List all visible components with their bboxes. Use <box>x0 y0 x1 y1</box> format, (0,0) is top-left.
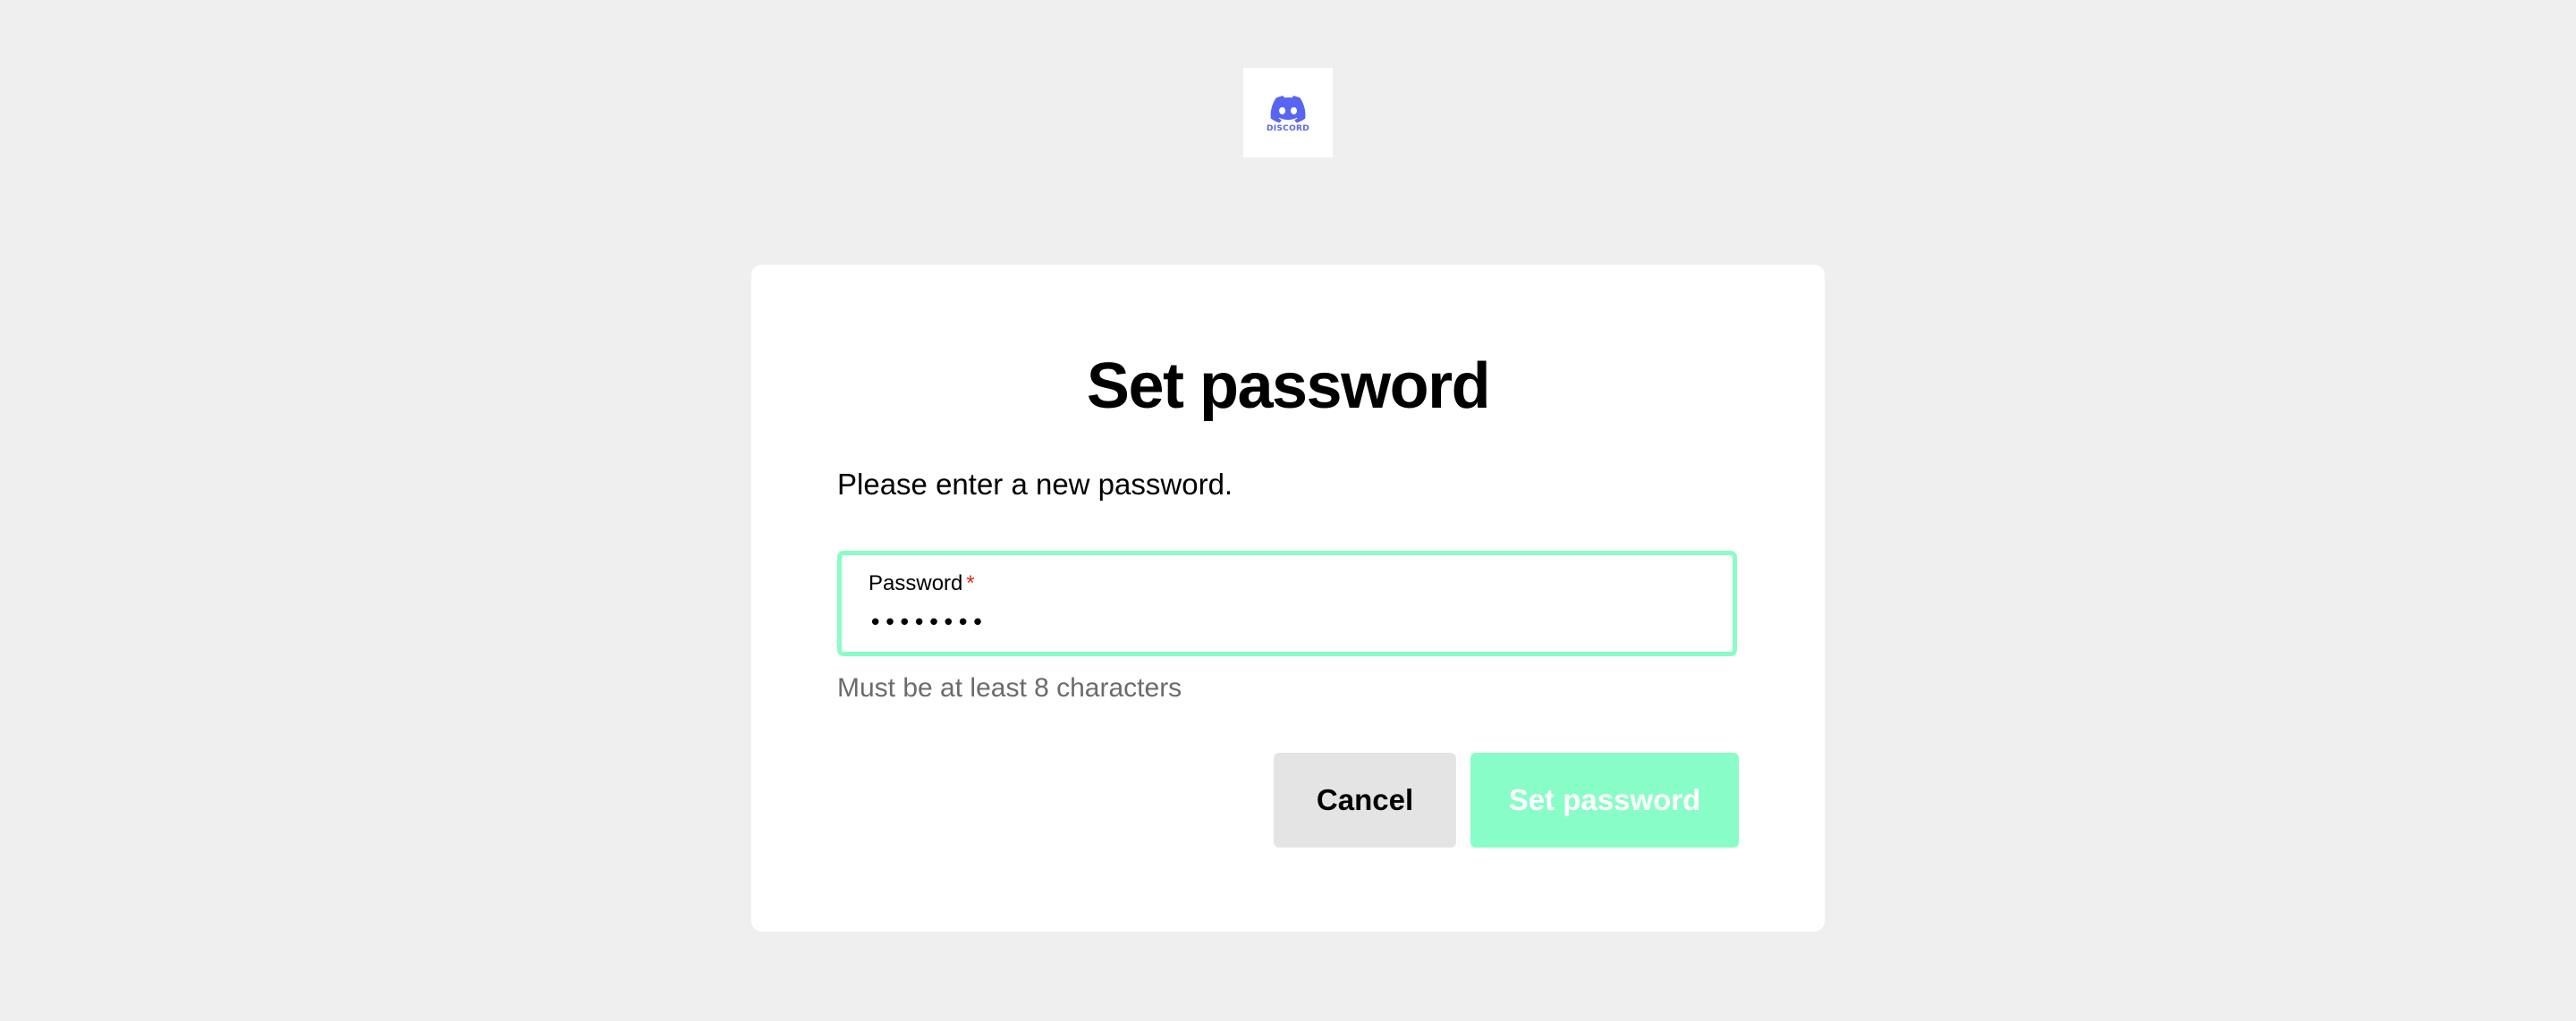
password-field[interactable]: Password * <box>837 551 1737 656</box>
password-label: Password * <box>869 571 975 596</box>
required-marker: * <box>966 571 975 595</box>
password-label-text: Password <box>869 571 963 595</box>
set-password-button[interactable]: Set password <box>1470 753 1739 848</box>
cancel-button[interactable]: Cancel <box>1274 753 1456 848</box>
password-input[interactable] <box>869 603 1691 643</box>
discord-logo: DISCORD <box>1243 68 1333 157</box>
discord-icon <box>1270 96 1306 122</box>
page-title: Set password <box>1086 350 1491 422</box>
discord-wordmark: DISCORD <box>1266 124 1310 133</box>
instructions-text: Please enter a new password. <box>837 468 1233 501</box>
set-password-card: Set password Please enter a new password… <box>751 265 1825 932</box>
password-helper-text: Must be at least 8 characters <box>837 673 1182 703</box>
